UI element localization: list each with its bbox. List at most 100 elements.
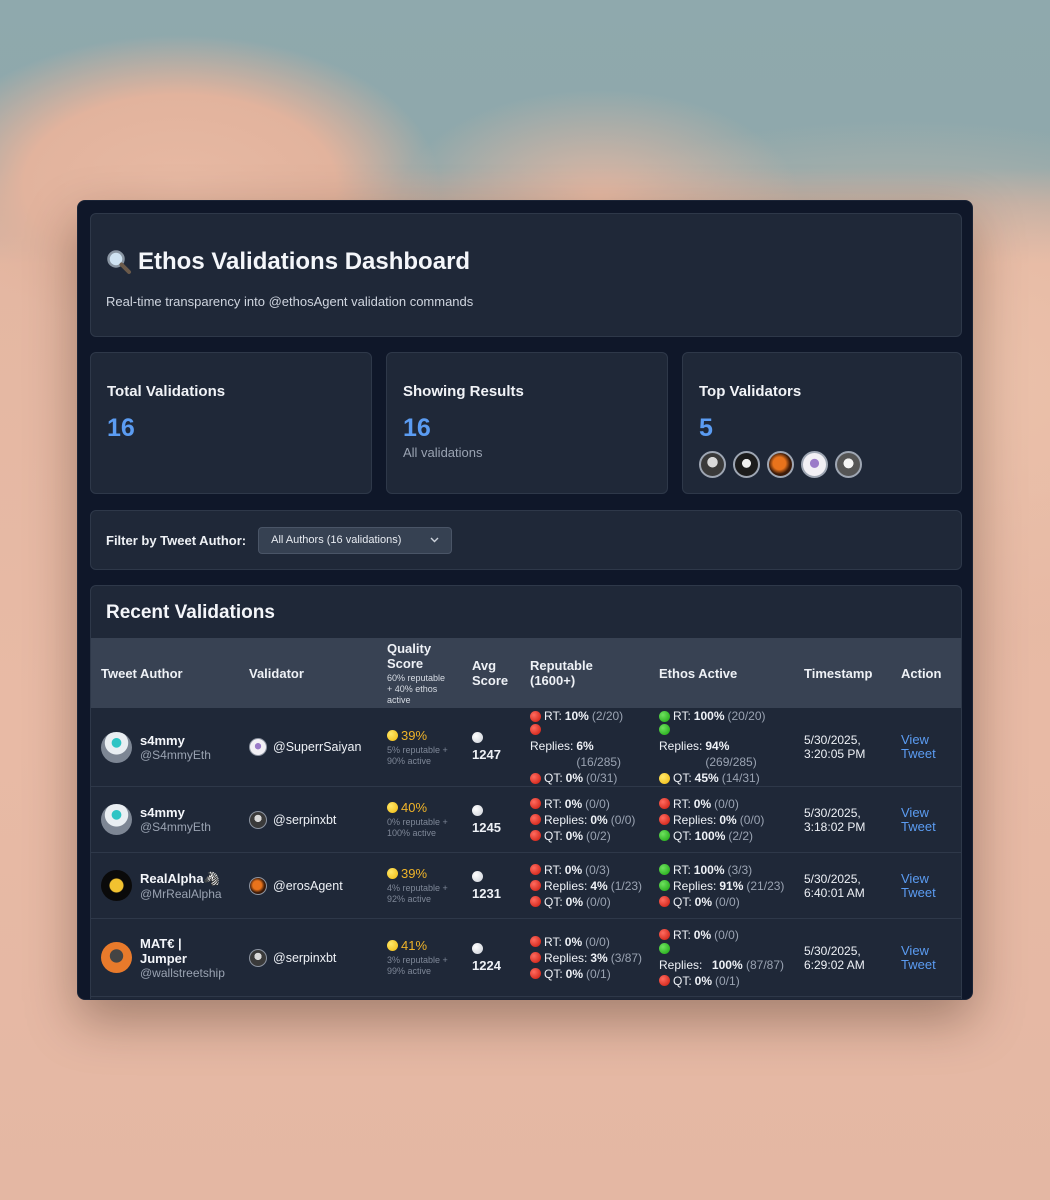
avatar[interactable] bbox=[101, 804, 132, 835]
header-card: Ethos Validations Dashboard Real-time tr… bbox=[90, 213, 962, 337]
validator-block[interactable]: @erosAgent bbox=[249, 876, 367, 895]
metric-label: QT: bbox=[673, 828, 692, 843]
table-row: s4mmy @S4mmyEth @SuperrSaiyan 39% 5% rep… bbox=[91, 708, 961, 787]
metric-percent: 3% bbox=[590, 950, 608, 965]
status-dot-icon bbox=[659, 896, 670, 907]
avatar[interactable] bbox=[733, 451, 760, 478]
col-ethos-active: Ethos Active bbox=[659, 665, 738, 681]
status-dot-icon bbox=[659, 710, 670, 722]
validator-block[interactable]: @serpinxbt bbox=[249, 810, 367, 829]
cell-quality: 39% 5% reputable + 90% active bbox=[377, 708, 462, 787]
avatar[interactable] bbox=[801, 451, 828, 478]
table-row: MAT€ | Jumper @wallstreetship @serpinxbt… bbox=[91, 918, 961, 997]
metric-line: Replies: 91% (21/23) bbox=[659, 878, 784, 894]
cell-avg-score: 1231 bbox=[462, 852, 520, 919]
metric-percent: 0% bbox=[565, 966, 584, 981]
validator-block[interactable]: @SuperrSaiyan bbox=[249, 738, 367, 756]
metric-count: (21/23) bbox=[746, 878, 785, 893]
quality-score-value: 41% bbox=[401, 938, 428, 953]
metric-count: (0/0) bbox=[610, 812, 636, 827]
metric-count: (0/0) bbox=[714, 796, 739, 811]
recent-validations-title: Recent Validations bbox=[106, 602, 275, 623]
col-action: Action bbox=[901, 665, 942, 681]
metric-label: RT: bbox=[544, 934, 562, 949]
avatar[interactable] bbox=[249, 948, 267, 967]
avatar[interactable] bbox=[835, 451, 862, 478]
metric-count: (0/2) bbox=[586, 828, 611, 843]
cell-avg-score: 1247 bbox=[462, 708, 520, 787]
col-quality-score-label: Quality Score bbox=[387, 640, 432, 671]
metric-label: Replies: bbox=[673, 878, 717, 893]
author-block[interactable]: RealAlpha🦓 @MrRealAlpha bbox=[101, 870, 229, 901]
metric-percent: 0% bbox=[693, 796, 712, 811]
metric-line: RT: 0% (0/0) bbox=[530, 934, 639, 950]
reputable-metrics: RT: 0% (0/0) Replies: 3% (3/87) QT: 0% (0/1) bbox=[530, 934, 642, 982]
metric-line: Replies: 0% (0/0) bbox=[530, 812, 639, 828]
avatar[interactable] bbox=[249, 876, 267, 895]
avatar[interactable] bbox=[101, 942, 132, 973]
metric-percent: 100% bbox=[693, 862, 725, 877]
avatar[interactable] bbox=[101, 870, 132, 901]
metric-line: Replies: 6% (16/285) bbox=[530, 724, 639, 770]
metric-line: RT: 100% (20/20) bbox=[659, 708, 784, 724]
cell-timestamp: 5/30/2025, 6:40:01 AM bbox=[794, 852, 891, 919]
yellow-circle-icon bbox=[387, 940, 398, 951]
view-tweet-link[interactable]: View Tweet bbox=[901, 943, 936, 972]
ethos-metrics: RT: 0% (0/0) Replies: 0% (0/0) QT: 100% (2/2) bbox=[659, 796, 784, 844]
view-tweet-link[interactable]: View Tweet bbox=[901, 871, 936, 900]
metric-count: (2/20) bbox=[591, 709, 624, 723]
metric-percent: 0% bbox=[719, 812, 737, 827]
author-block[interactable]: MAT€ | Jumper @wallstreetship bbox=[101, 936, 229, 980]
timestamp-time: 3:18:02 PM bbox=[804, 819, 866, 834]
table-row: s4mmy @S4mmyEth @serpinxbt 40% 0% reputa… bbox=[91, 786, 961, 853]
author-handle: @MrRealAlpha bbox=[140, 886, 222, 901]
metric-count: (0/31) bbox=[586, 771, 618, 785]
page-subtitle: Real-time transparency into @ethosAgent … bbox=[106, 294, 474, 309]
status-dot-icon bbox=[659, 975, 670, 986]
status-dot-icon bbox=[530, 772, 541, 784]
cell-quality: 39% 4% reputable + 92% active bbox=[377, 852, 462, 919]
cell-author: RealAlpha🦓 @MrRealAlpha bbox=[91, 852, 239, 919]
cell-reputable: RT: 10% (2/20) Replies: 6% (16/285) QT: 0% (0/3… bbox=[520, 708, 649, 787]
page-title-text: Ethos Validations Dashboard bbox=[138, 248, 471, 275]
metric-count: (14/31) bbox=[721, 771, 760, 785]
cell-ethos-active: RT: 0% (0/0) Replies: 0% (0/0) QT: 100% (2/2) bbox=[649, 786, 794, 853]
validator-handle: @serpinxbt bbox=[273, 812, 337, 827]
white-circle-icon bbox=[472, 804, 483, 816]
quality-score: 41% bbox=[387, 938, 452, 953]
cell-reputable: RT: 0% (0/0) Replies: 0% (0/0) QT: 0% (0/2) bbox=[520, 786, 649, 853]
validations-table: Tweet Author Validator Quality Score 60%… bbox=[91, 638, 961, 997]
author-filter-select[interactable]: All Authors (16 validations) bbox=[258, 526, 453, 554]
quality-score-breakdown: 3% reputable + 99% active bbox=[387, 955, 448, 976]
yellow-circle-icon bbox=[387, 729, 398, 741]
avatar[interactable] bbox=[767, 451, 794, 478]
metric-label: RT: bbox=[673, 709, 691, 723]
status-dot-icon bbox=[530, 880, 541, 891]
cell-timestamp: 5/30/2025, 3:18:02 PM bbox=[794, 786, 891, 853]
avatar[interactable] bbox=[249, 738, 267, 756]
view-tweet-link[interactable]: View Tweet bbox=[901, 805, 936, 834]
avatar[interactable] bbox=[249, 810, 267, 829]
metric-label: RT: bbox=[673, 862, 691, 877]
filter-bar: Filter by Tweet Author: All Authors (16 … bbox=[90, 510, 962, 570]
author-block[interactable]: s4mmy @S4mmyEth bbox=[101, 731, 229, 763]
page-title: Ethos Validations Dashboard bbox=[106, 248, 946, 276]
avatar[interactable] bbox=[101, 731, 132, 763]
yellow-circle-icon bbox=[387, 802, 398, 813]
col-quality-score-sub: 60% reputable + 40% ethos active bbox=[387, 672, 446, 705]
author-filter-value: All Authors (16 validations) bbox=[271, 534, 402, 546]
avg-score-value: 1231 bbox=[472, 885, 501, 901]
view-tweet-link[interactable]: View Tweet bbox=[901, 732, 936, 761]
author-block[interactable]: s4mmy @S4mmyEth bbox=[101, 804, 229, 835]
timestamp-time: 3:20:05 PM bbox=[804, 747, 866, 761]
white-circle-icon bbox=[472, 732, 483, 743]
timestamp-date: 5/30/2025, bbox=[804, 733, 861, 747]
author-name: s4mmy bbox=[140, 732, 185, 748]
metric-percent: 0% bbox=[590, 812, 608, 827]
cell-quality: 41% 3% reputable + 99% active bbox=[377, 918, 462, 997]
validator-block[interactable]: @serpinxbt bbox=[249, 948, 367, 967]
total-validations-value: 16 bbox=[107, 414, 135, 442]
col-avg-score: Avg Score bbox=[472, 658, 509, 688]
avatar[interactable] bbox=[699, 451, 726, 478]
metric-line: RT: 100% (3/3) bbox=[659, 862, 784, 878]
